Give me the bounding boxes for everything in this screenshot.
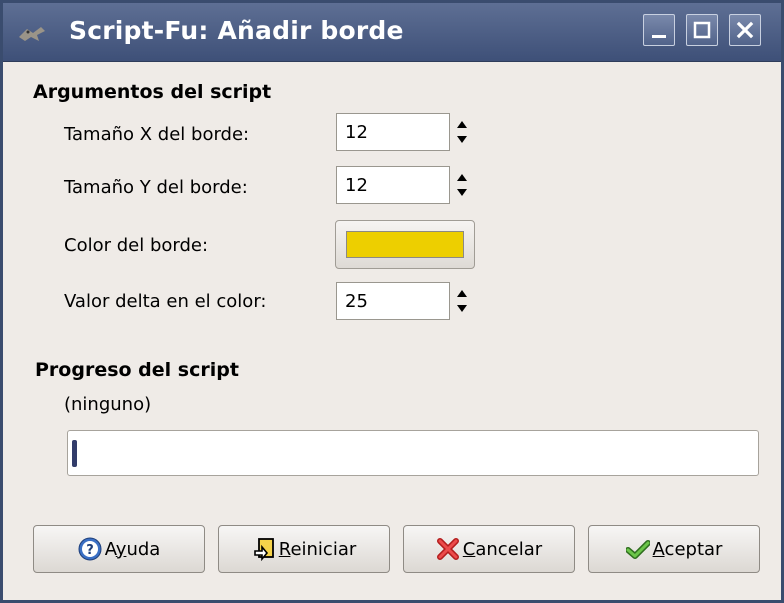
reset-label: Reiniciar: [278, 538, 357, 560]
border-color-label: Color del borde:: [64, 235, 209, 256]
cancel-button[interactable]: Cancelar: [403, 525, 575, 573]
cancel-icon: [436, 538, 459, 560]
maximize-button[interactable]: [686, 14, 718, 46]
help-icon: ?: [78, 537, 102, 561]
progress-indicator: [72, 440, 77, 467]
gimp-wilber-icon: [19, 27, 45, 41]
color-delta-spin-arrows-icon[interactable]: [454, 282, 470, 320]
close-icon: [736, 21, 754, 39]
help-button[interactable]: ? Ayuda: [33, 525, 205, 573]
reset-icon: [253, 538, 274, 561]
close-button[interactable]: [729, 14, 761, 46]
border-y-spin-arrows-icon[interactable]: [454, 166, 470, 204]
window-title: Script-Fu: Añadir borde: [69, 16, 404, 45]
color-delta-input[interactable]: 25: [336, 282, 450, 320]
checkmark-icon: [625, 540, 650, 559]
border-color-button[interactable]: [335, 220, 475, 269]
progress-status: (ninguno): [64, 394, 152, 415]
progress-bar: [67, 430, 759, 476]
help-label: Ayuda: [104, 538, 161, 560]
maximize-icon: [693, 21, 711, 39]
border-color-swatch: [346, 231, 464, 258]
script-fu-dialog: Script-Fu: Añadir borde Argumentos del s…: [0, 0, 784, 603]
ok-button[interactable]: Aceptar: [588, 525, 760, 573]
title-bar[interactable]: Script-Fu: Añadir borde: [3, 3, 781, 62]
reset-button[interactable]: Reiniciar: [218, 525, 390, 573]
cancel-label: Cancelar: [462, 538, 543, 560]
border-y-label: Tamaño Y del borde:: [64, 177, 248, 198]
minimize-button[interactable]: [643, 14, 675, 46]
border-x-input[interactable]: 12: [336, 113, 450, 151]
minimize-icon: [652, 35, 666, 38]
svg-text:?: ?: [86, 543, 94, 558]
color-delta-label: Valor delta en el color:: [64, 291, 267, 312]
progress-section-title: Progreso del script: [35, 359, 239, 381]
arguments-section-title: Argumentos del script: [33, 81, 272, 103]
border-x-spin-arrows-icon[interactable]: [454, 113, 470, 151]
border-x-label: Tamaño X del borde:: [64, 124, 250, 145]
border-y-input[interactable]: 12: [336, 166, 450, 204]
ok-label: Aceptar: [652, 538, 723, 560]
